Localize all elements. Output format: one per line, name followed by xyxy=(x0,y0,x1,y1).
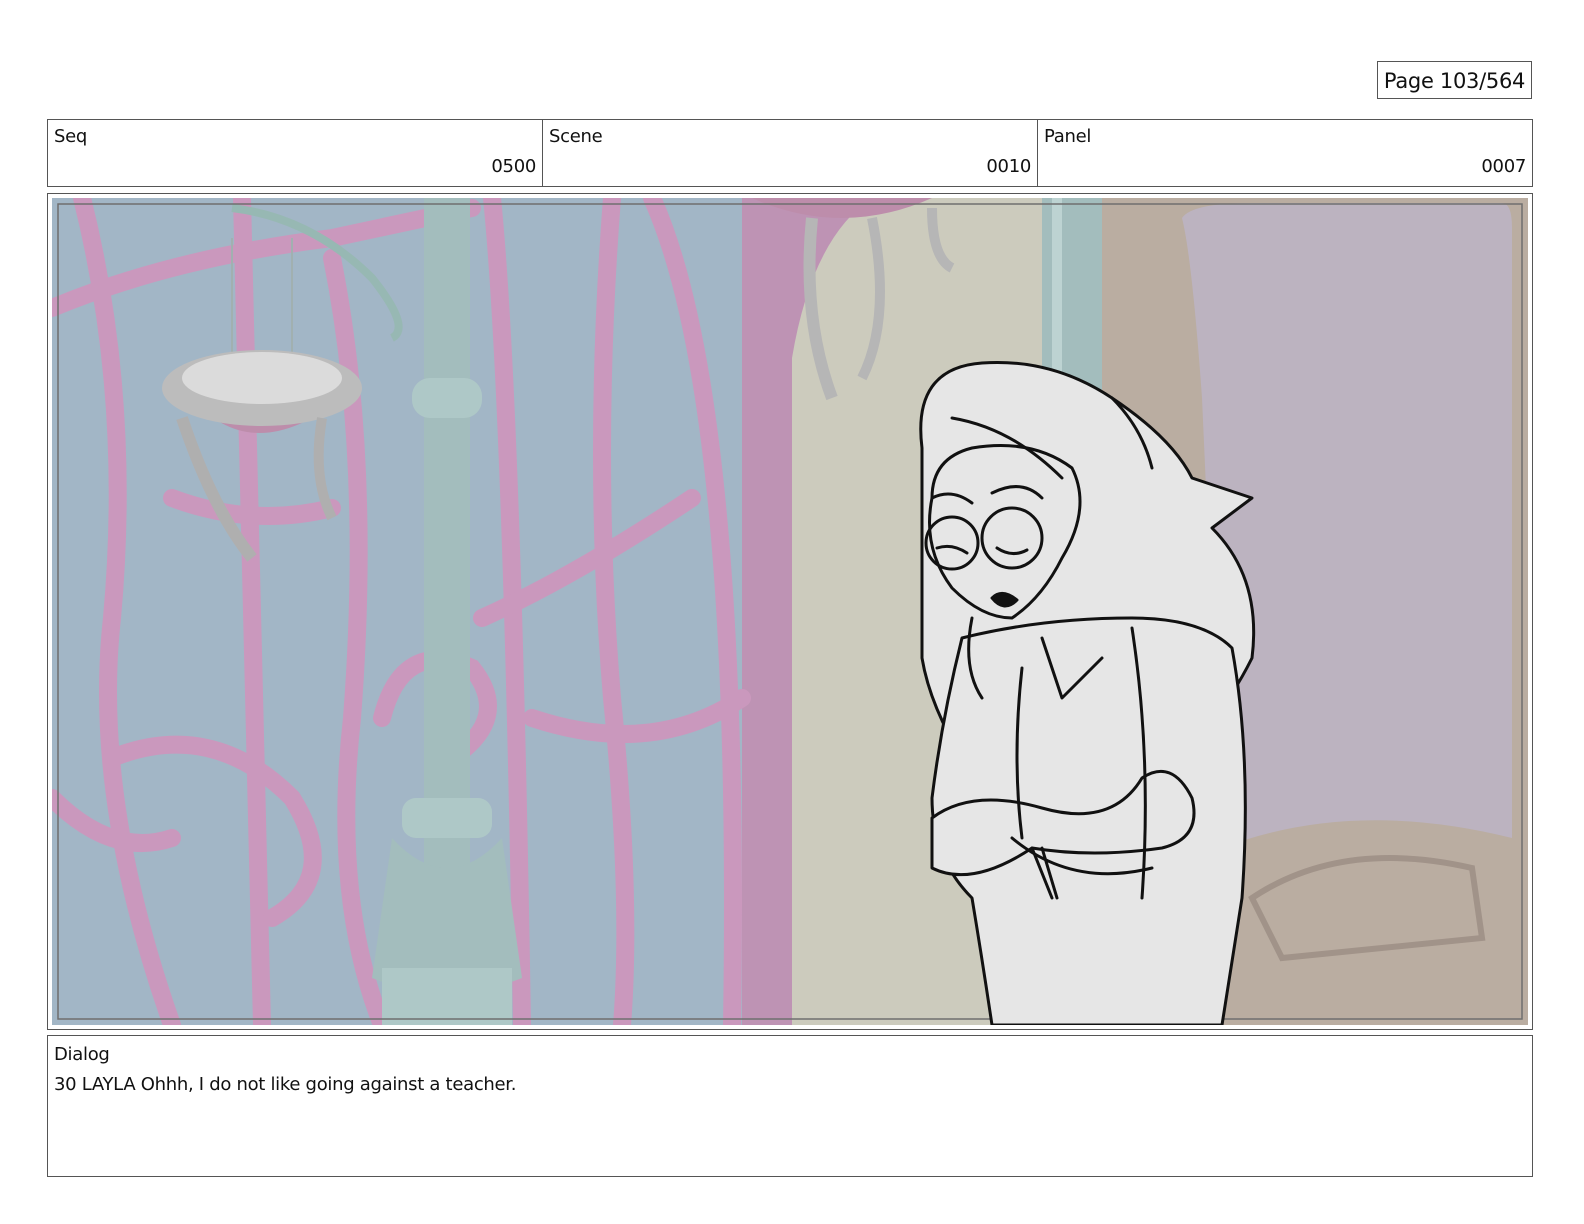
panel-header: Seq 0500 Scene 0010 Panel 0007 xyxy=(47,119,1533,187)
scene-value: 0010 xyxy=(986,156,1031,177)
panel-value: 0007 xyxy=(1481,156,1526,177)
panel-cell: Panel 0007 xyxy=(1038,120,1532,186)
seq-value: 0500 xyxy=(491,156,536,177)
scene-cell: Scene 0010 xyxy=(543,120,1038,186)
dialog-text: 30 LAYLA Ohhh, I do not like going again… xyxy=(54,1074,517,1095)
seq-cell: Seq 0500 xyxy=(48,120,543,186)
dialog-box: Dialog 30 LAYLA Ohhh, I do not like goin… xyxy=(47,1035,1533,1177)
seq-label: Seq xyxy=(54,126,88,147)
page-number: Page 103/564 xyxy=(1377,61,1532,99)
frame-overlay xyxy=(52,198,1528,1025)
storyboard-image xyxy=(52,198,1528,1025)
dialog-label: Dialog xyxy=(54,1044,110,1065)
storyboard-frame xyxy=(47,193,1533,1030)
panel-label: Panel xyxy=(1044,126,1092,147)
scene-label: Scene xyxy=(549,126,603,147)
